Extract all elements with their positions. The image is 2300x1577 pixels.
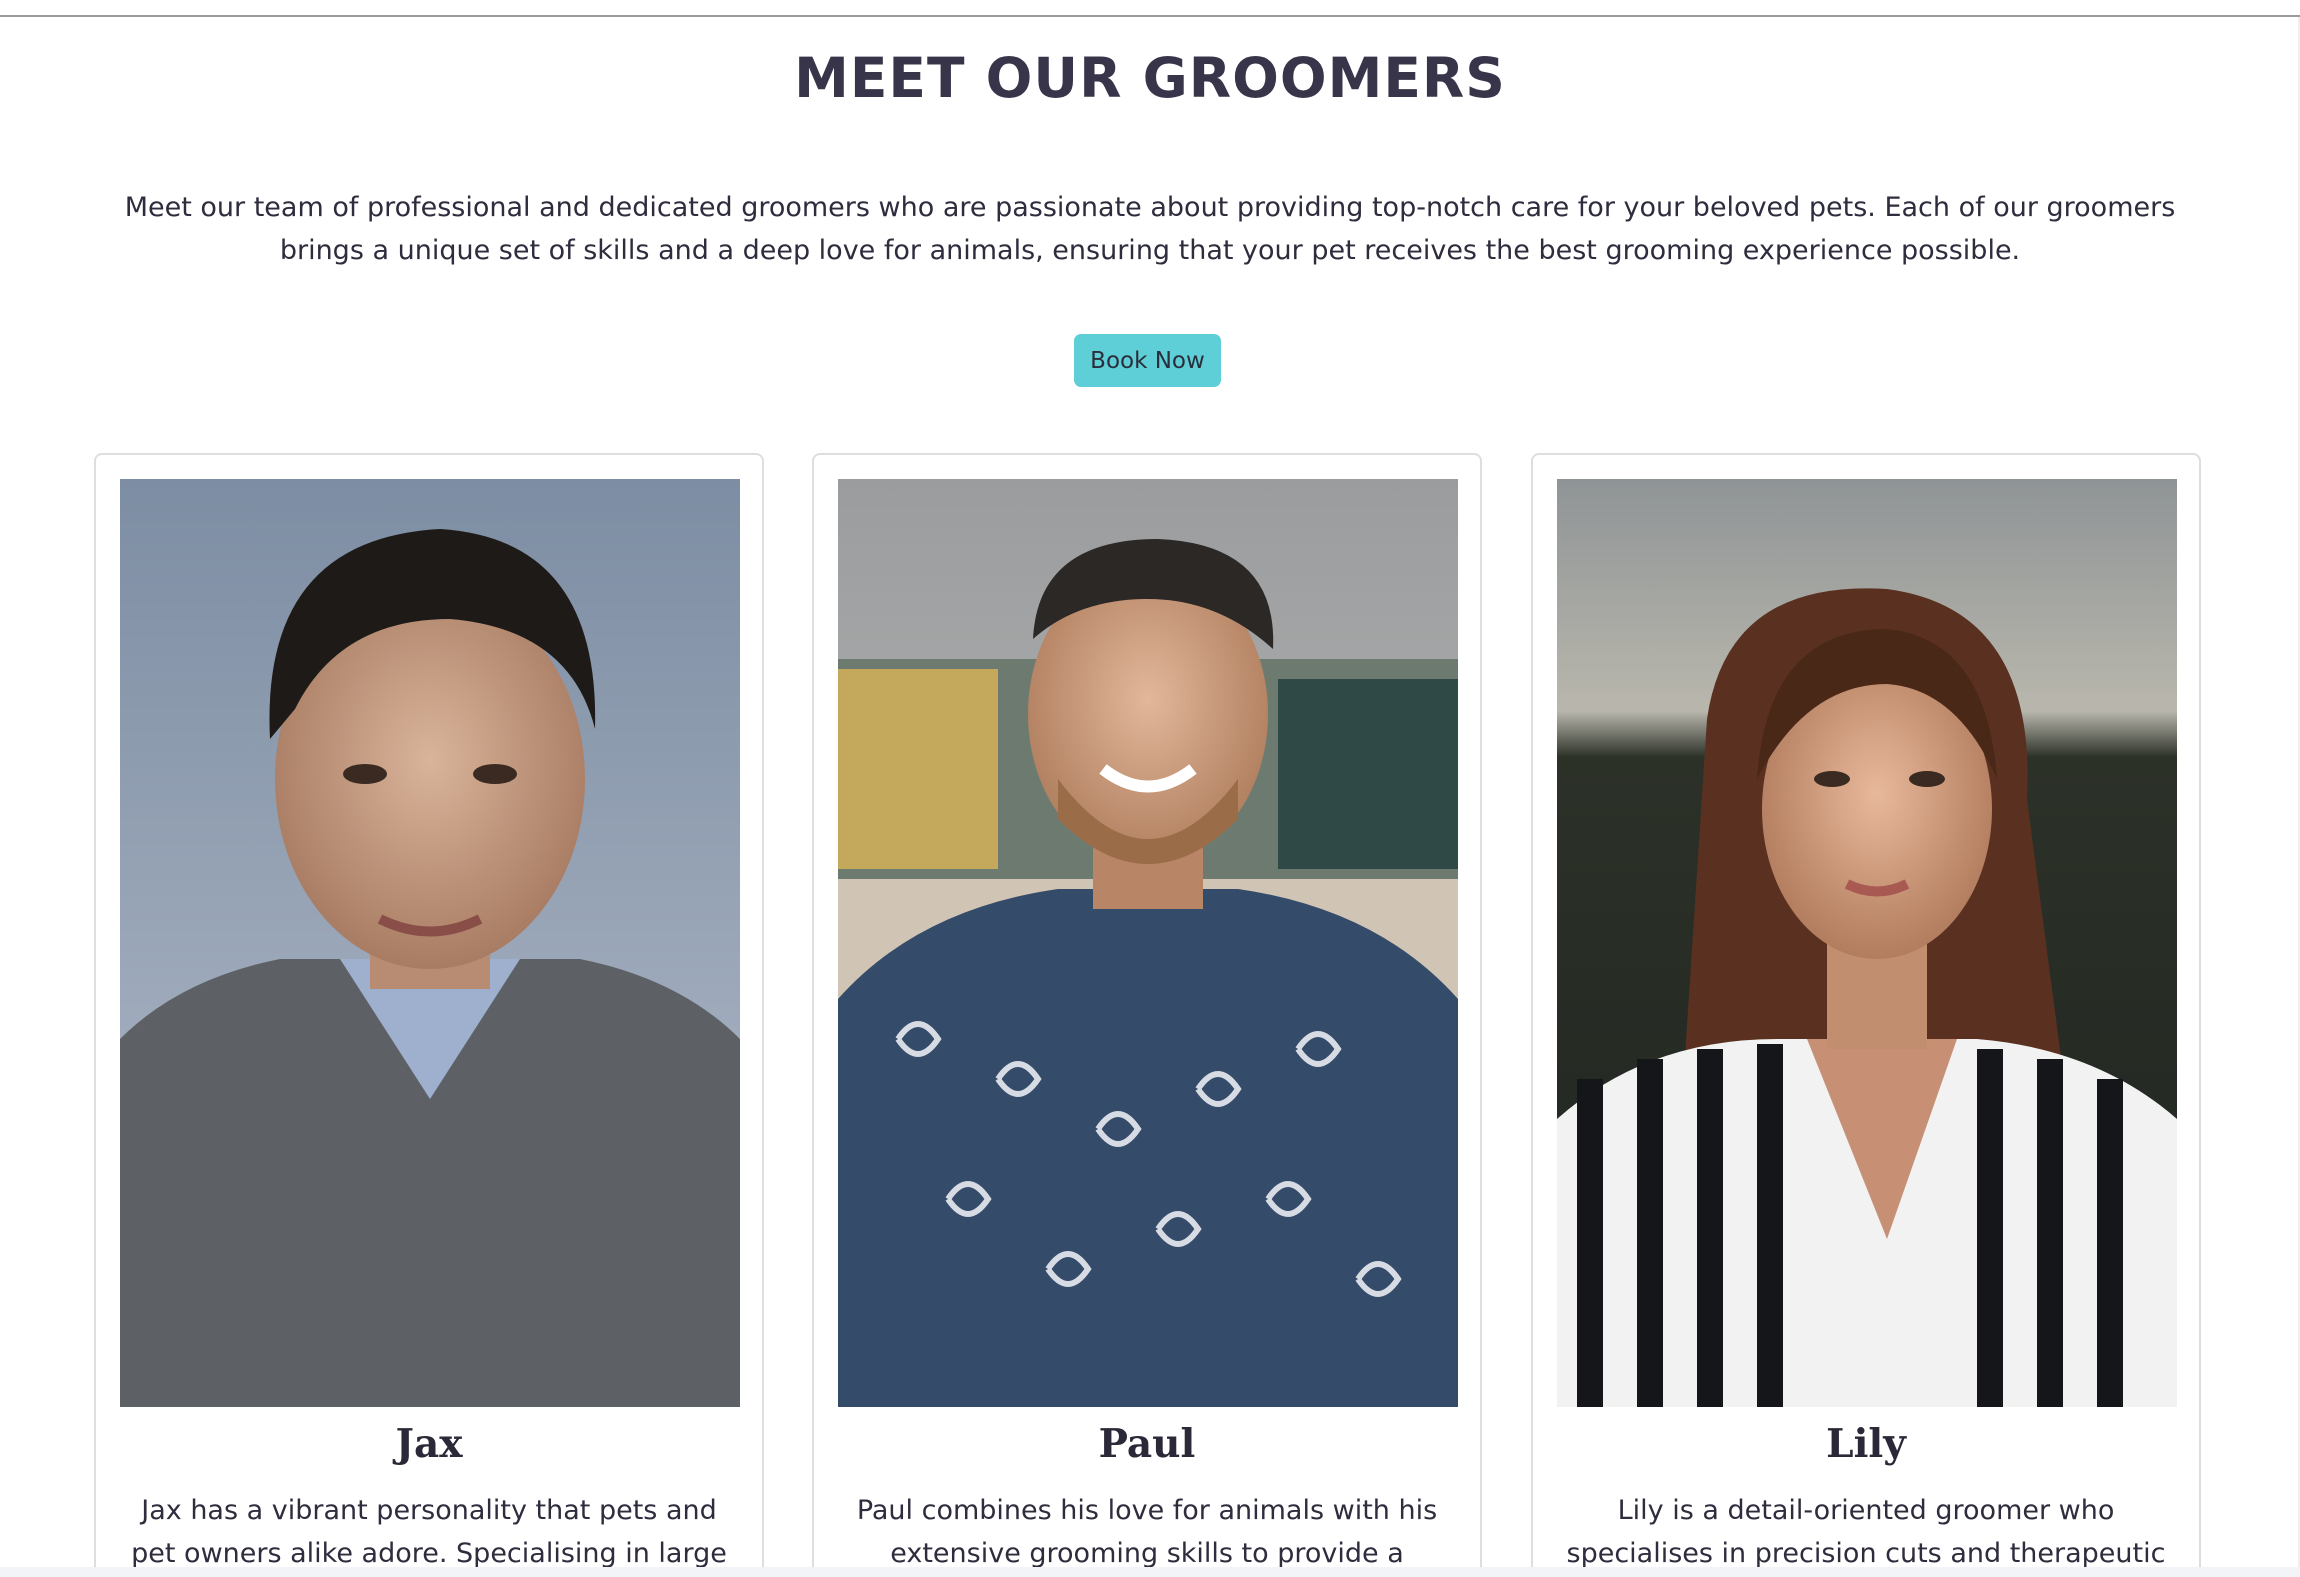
page: MEET OUR GROOMERS Meet our team of profe… — [0, 0, 2300, 1577]
groomer-photo-jax — [120, 479, 740, 1407]
groomer-name: Jax — [395, 1421, 463, 1467]
groomer-name: Lily — [1826, 1421, 1906, 1467]
groomer-photo-lily — [1557, 479, 2177, 1407]
section-heading: MEET OUR GROOMERS — [794, 46, 1506, 110]
groomer-photo-paul — [838, 479, 1458, 1407]
top-divider — [0, 0, 2300, 17]
groomer-bio: Paul combines his love for animals with … — [856, 1495, 1438, 1569]
groomer-bio: Jax has a vibrant personality that pets … — [131, 1495, 727, 1569]
intro-paragraph: Meet our team of professional and dedica… — [124, 192, 2176, 266]
groomer-card-lily: Lily Lily is a detail-oriented groomer w… — [1531, 453, 2201, 1577]
book-now-button[interactable]: Book Now — [1074, 334, 1221, 387]
groomer-bio: Lily is a detail-oriented groomer who sp… — [1566, 1495, 2166, 1569]
groomer-name: Paul — [1098, 1421, 1196, 1467]
bottom-edge — [0, 1567, 2300, 1577]
groomer-card-paul: Paul Paul combines his love for animals … — [812, 453, 1482, 1577]
groomer-card-jax: Jax Jax has a vibrant personality that p… — [94, 453, 764, 1577]
